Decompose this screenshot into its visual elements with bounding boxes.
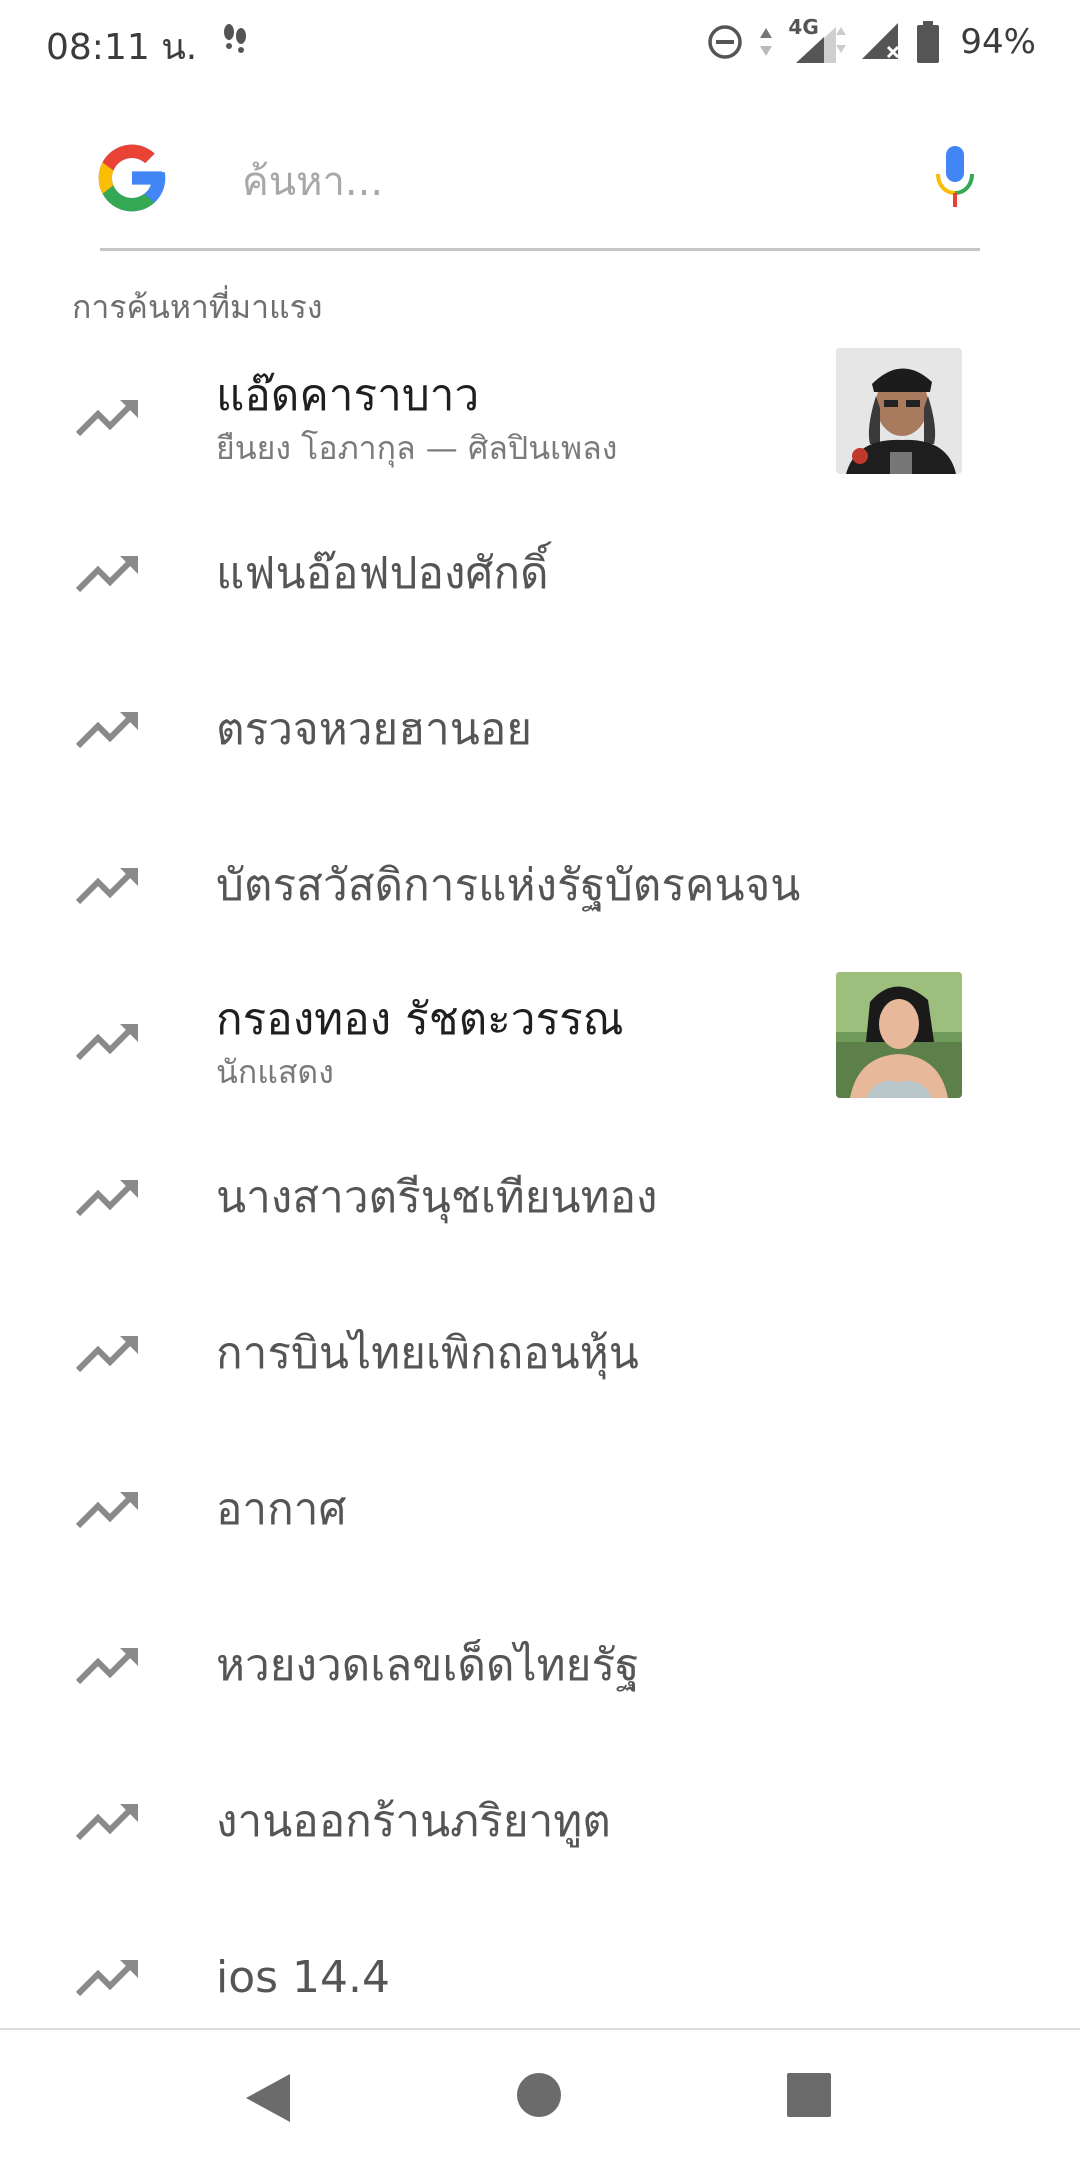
battery-icon	[917, 21, 940, 63]
list-item[interactable]: งานออกร้านภริยาทูต	[0, 1744, 1080, 1900]
status-time: 08:11 น.	[46, 27, 198, 68]
trending-up-icon	[76, 1023, 138, 1061]
item-title: ตรวจหวยฮานอย	[216, 704, 533, 755]
trending-up-icon	[76, 399, 138, 437]
trending-up-icon	[76, 1803, 138, 1841]
item-title: นางสาวตรีนุชเทียนทอง	[216, 1172, 658, 1223]
list-item[interactable]: กรองทอง รัชตะวรรณ นักแสดง	[0, 964, 1080, 1120]
list-item[interactable]: การบินไทยเพิกถอนหุ้น	[0, 1276, 1080, 1432]
google-logo-icon	[98, 144, 166, 212]
data-arrows-icon-2	[836, 27, 847, 53]
status-bar: 08:11 น. 4G 94%	[0, 0, 1080, 84]
thumbnail-image	[836, 348, 962, 474]
list-item[interactable]: แอ๊ดคาราบาว ยืนยง โอภากุล — ศิลปินเพลง	[0, 340, 1080, 496]
list-item[interactable]: อากาศ	[0, 1432, 1080, 1588]
item-title: ios 14.4	[216, 1952, 391, 2003]
item-title: หวยงวดเลขเด็ดไทยรัฐ	[216, 1640, 640, 1691]
search-input[interactable]	[240, 146, 884, 218]
trending-up-icon	[76, 867, 138, 905]
cell-signal-no-sim-icon	[862, 23, 900, 59]
item-title: การบินไทยเพิกถอนหุ้น	[216, 1328, 639, 1379]
signal-4g: 4G	[788, 15, 848, 65]
list-item[interactable]: นางสาวตรีนุชเทียนทอง	[0, 1120, 1080, 1276]
trending-heading: การค้นหาที่มาแรง	[72, 288, 323, 326]
list-item[interactable]: หวยงวดเลขเด็ดไทยรัฐ	[0, 1588, 1080, 1744]
trending-up-icon	[76, 1647, 138, 1685]
thumbnail-image	[836, 972, 962, 1098]
list-item[interactable]: ตรวจหวยฮานอย	[0, 652, 1080, 808]
data-arrows-icon	[760, 28, 773, 56]
footsteps-icon	[224, 24, 246, 53]
trending-list: แอ๊ดคาราบาว ยืนยง โอภากุล — ศิลปินเพลง แ…	[0, 340, 1080, 2056]
search-bar[interactable]	[98, 118, 980, 251]
item-title: อากาศ	[216, 1484, 347, 1535]
trending-up-icon	[76, 555, 138, 593]
battery-percent: 94%	[960, 22, 1036, 62]
trending-up-icon	[76, 1179, 138, 1217]
home-circle-icon[interactable]	[516, 2072, 562, 2118]
back-triangle-icon[interactable]	[244, 2072, 292, 2124]
item-subtitle: นักแสดง	[216, 1053, 334, 1091]
cell-signal-icon	[796, 27, 837, 63]
do-not-disturb-icon	[708, 25, 743, 59]
item-title: กรองทอง รัชตะวรรณ	[216, 994, 624, 1045]
recents-square-icon[interactable]	[786, 2072, 832, 2118]
trending-up-icon	[76, 711, 138, 749]
status-icons: 4G 94%	[706, 15, 1036, 68]
navigation-bar	[0, 2028, 1080, 2162]
mic-icon[interactable]	[930, 144, 980, 214]
trending-up-icon	[76, 1335, 138, 1373]
item-title: แฟนอ๊อฟปองศักดิ์	[216, 548, 549, 599]
trending-up-icon	[76, 1959, 138, 1997]
list-item[interactable]: แฟนอ๊อฟปองศักดิ์	[0, 496, 1080, 652]
list-item[interactable]: บัตรสวัสดิการแห่งรัฐบัตรคนจน	[0, 808, 1080, 964]
item-title: งานออกร้านภริยาทูต	[216, 1796, 611, 1847]
item-subtitle: ยืนยง โอภากุล — ศิลปินเพลง	[216, 429, 618, 467]
trending-up-icon	[76, 1491, 138, 1529]
item-title: แอ๊ดคาราบาว	[216, 370, 480, 421]
item-title: บัตรสวัสดิการแห่งรัฐบัตรคนจน	[216, 860, 801, 911]
